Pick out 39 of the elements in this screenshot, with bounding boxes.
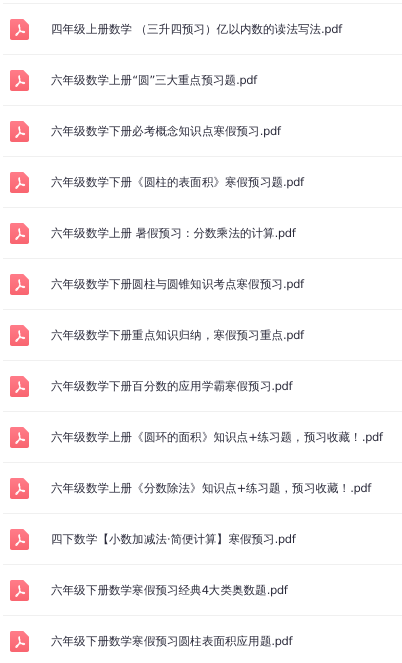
pdf-icon — [10, 528, 29, 550]
file-name: 六年级数学上册《圆环的面积》知识点+练习题，预习收藏！.pdf — [51, 430, 383, 444]
pdf-icon — [10, 172, 29, 192]
file-name: 六年级数学上册《分数除法》知识点+练习题，预习收藏！.pdf — [51, 480, 371, 496]
file-name: 六年级下册数学寒假预习圆柱表面积应用题.pdf — [51, 634, 292, 648]
pdf-icon — [10, 222, 29, 244]
pdf-icon — [10, 18, 29, 40]
pdf-icon — [10, 478, 29, 498]
file-name: 六年级数学下册圆柱与圆锥知识考点寒假预习.pdf — [51, 276, 304, 292]
file-name: 四下数学【小数加减法·简便计算】寒假预习.pdf — [51, 532, 296, 546]
file-item[interactable]: 四下数学【小数加减法·简便计算】寒假预习.pdf — [3, 514, 402, 565]
file-item[interactable]: 六年级数学下册百分数的应用学霸寒假预习.pdf — [3, 361, 402, 412]
file-name: 六年级数学下册百分数的应用学霸寒假预习.pdf — [51, 378, 292, 394]
file-item[interactable]: 六年级数学下册重点知识归纳，寒假预习重点.pdf — [3, 310, 402, 361]
file-item[interactable]: 四年级上册数学 （三升四预习）亿以内数的读法写法.pdf — [3, 4, 402, 55]
pdf-icon — [10, 120, 29, 142]
file-item[interactable]: 六年级数学下册《圆柱的表面积》寒假预习题.pdf — [3, 157, 402, 208]
file-name: 六年级下册数学寒假预习经典4大类奥数题.pdf — [51, 582, 288, 598]
pdf-icon — [10, 274, 29, 294]
file-item[interactable]: 六年级下册数学寒假预习圆柱表面积应用题.pdf — [3, 616, 402, 663]
pdf-icon — [10, 426, 29, 448]
pdf-icon — [10, 630, 29, 652]
file-name: 六年级数学下册《圆柱的表面积》寒假预习题.pdf — [51, 174, 304, 190]
file-name: 四年级上册数学 （三升四预习）亿以内数的读法写法.pdf — [51, 22, 342, 36]
file-item[interactable]: 六年级下册数学寒假预习经典4大类奥数题.pdf — [3, 565, 402, 616]
file-item[interactable]: 六年级数学上册 暑假预习：分数乘法的计算.pdf — [3, 208, 402, 259]
file-item[interactable]: 六年级数学上册《圆环的面积》知识点+练习题，预习收藏！.pdf — [3, 412, 402, 463]
file-item[interactable]: 六年级数学上册“圆”三大重点预习题.pdf — [3, 55, 402, 106]
file-item[interactable]: 六年级数学下册圆柱与圆锥知识考点寒假预习.pdf — [3, 259, 402, 310]
file-name: 六年级数学下册重点知识归纳，寒假预习重点.pdf — [51, 328, 304, 342]
file-item[interactable]: 六年级数学上册《分数除法》知识点+练习题，预习收藏！.pdf — [3, 463, 402, 514]
file-item[interactable]: 六年级数学下册必考概念知识点寒假预习.pdf — [3, 106, 402, 157]
pdf-icon — [10, 580, 29, 600]
file-name: 六年级数学上册 暑假预习：分数乘法的计算.pdf — [51, 226, 296, 240]
file-name: 六年级数学上册“圆”三大重点预习题.pdf — [51, 72, 257, 88]
pdf-icon — [10, 324, 29, 346]
file-name: 六年级数学下册必考概念知识点寒假预习.pdf — [51, 124, 281, 138]
pdf-icon — [10, 376, 29, 396]
pdf-icon — [10, 70, 29, 90]
